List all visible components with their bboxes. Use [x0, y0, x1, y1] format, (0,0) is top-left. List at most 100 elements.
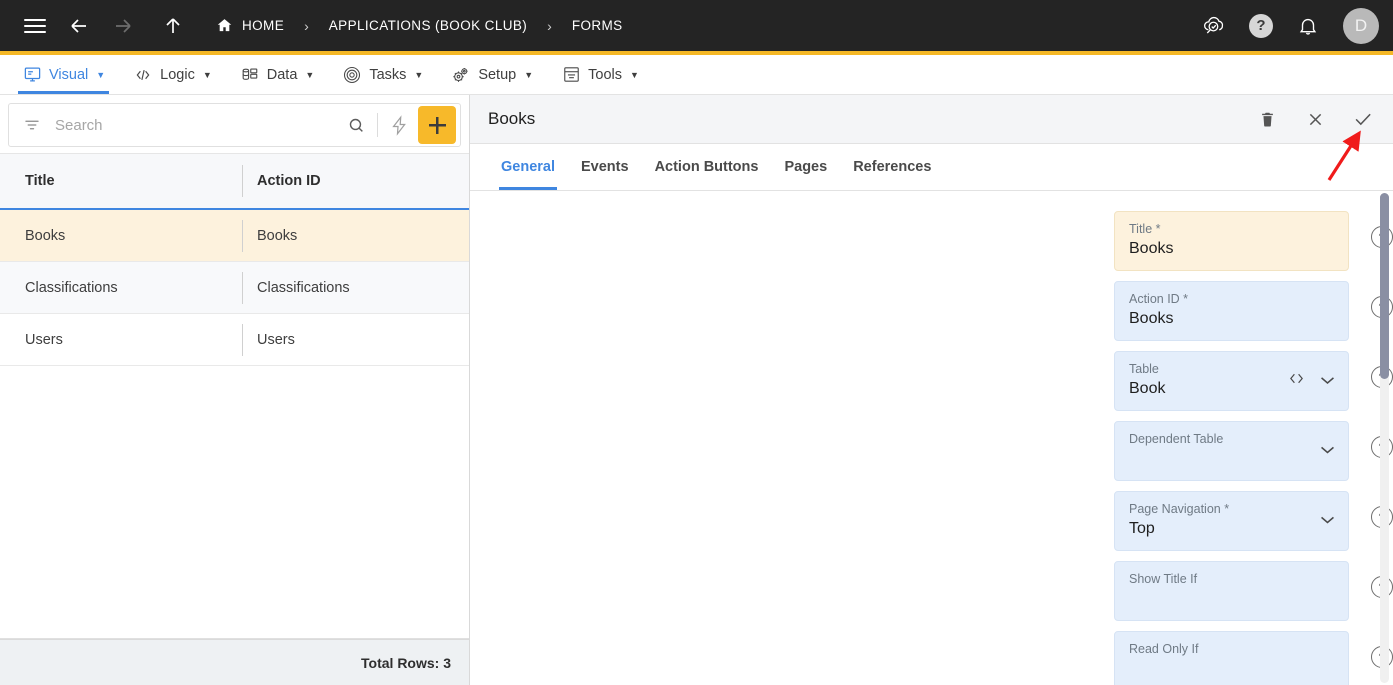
detail-header-actions — [1255, 107, 1375, 131]
nav-label-tasks: Tasks — [369, 66, 407, 83]
read-only-if-field[interactable]: Read Only If — [1114, 631, 1349, 685]
toolbox-icon — [561, 65, 581, 85]
vertical-scrollbar[interactable] — [1380, 193, 1389, 683]
breadcrumb: HOME › APPLICATIONS (BOOK CLUB) › FORMS — [216, 17, 623, 34]
hamburger-menu-icon[interactable] — [18, 9, 52, 43]
column-header-action-id[interactable]: Action ID — [242, 165, 469, 197]
chevron-down-icon: ▼ — [202, 69, 212, 80]
table-row[interactable]: Users Users — [0, 314, 469, 366]
table-header-row: Title Action ID — [0, 154, 469, 210]
show-title-if-field-label: Show Title If — [1129, 572, 1198, 586]
form-content: Title * Books ? Action ID * Books ? — [470, 191, 1393, 685]
table-field[interactable]: Table Book — [1114, 351, 1349, 411]
dependent-table-field-adornments — [1319, 442, 1336, 460]
save-button[interactable] — [1351, 107, 1375, 131]
tab-pages[interactable]: Pages — [771, 144, 840, 190]
dependent-table-field-value — [1129, 448, 1334, 470]
close-button[interactable] — [1303, 107, 1327, 131]
tab-general[interactable]: General — [488, 144, 568, 190]
target-icon — [342, 65, 362, 85]
arrow-right-icon[interactable] — [106, 9, 140, 43]
nav-item-tasks[interactable]: Tasks ▼ — [328, 55, 437, 94]
table-row[interactable]: Classifications Classifications — [0, 262, 469, 314]
action-id-field-value: Books — [1129, 310, 1174, 327]
total-rows-label: Total Rows: 3 — [361, 654, 451, 671]
filter-icon[interactable] — [19, 116, 45, 134]
form-field-table-row: Table Book ? — [470, 351, 1393, 411]
search-input[interactable] — [45, 116, 341, 134]
form-field-show-title-if-row: Show Title If ? — [470, 561, 1393, 621]
show-title-if-field[interactable]: Show Title If — [1114, 561, 1349, 621]
table-row[interactable]: Books Books — [0, 210, 469, 262]
cloud-search-icon[interactable] — [1197, 9, 1231, 43]
chevron-down-icon[interactable] — [1319, 512, 1336, 530]
tab-events[interactable]: Events — [568, 144, 642, 190]
cell-title: Users — [25, 331, 63, 348]
database-table-icon — [240, 65, 260, 85]
arrow-up-icon[interactable] — [156, 9, 190, 43]
chevron-down-icon[interactable] — [1319, 372, 1336, 390]
delete-button[interactable] — [1255, 107, 1279, 131]
breadcrumb-separator-1: › — [304, 17, 309, 34]
breadcrumb-item-forms[interactable]: FORMS — [572, 18, 623, 33]
tab-label-events: Events — [581, 159, 629, 175]
form-field-action-id-row: Action ID * Books ? — [470, 281, 1393, 341]
avatar-initial: D — [1354, 15, 1368, 35]
read-only-if-field-value — [1129, 658, 1334, 680]
nav-item-logic[interactable]: Logic ▼ — [119, 55, 226, 94]
main-body: Title Action ID Books Books Classificati… — [0, 95, 1393, 685]
dependent-table-field[interactable]: Dependent Table — [1114, 421, 1349, 481]
show-title-if-field-value — [1129, 588, 1334, 610]
table-footer: Total Rows: 3 — [0, 639, 469, 685]
column-header-title[interactable]: Title — [0, 173, 242, 189]
page-navigation-field[interactable]: Page Navigation * Top — [1114, 491, 1349, 551]
chevron-down-icon: ▼ — [414, 69, 424, 80]
cell-title: Classifications — [25, 279, 118, 296]
add-button[interactable] — [418, 106, 456, 144]
breadcrumb-label-home: HOME — [242, 18, 285, 33]
topbar-actions: ? D — [1197, 7, 1379, 44]
nav-item-setup[interactable]: Setup ▼ — [437, 55, 547, 94]
tab-label-references: References — [853, 159, 932, 175]
module-navigation: Visual ▼ Logic ▼ Data ▼ Tasks ▼ Setup ▼ … — [0, 55, 1393, 95]
action-id-field[interactable]: Action ID * Books — [1114, 281, 1349, 341]
detail-header: Books — [470, 95, 1393, 144]
title-field[interactable]: Title * Books — [1114, 211, 1349, 271]
form-field-title-row: Title * Books ? — [470, 211, 1393, 271]
form-field-page-navigation-row: Page Navigation * Top ? — [470, 491, 1393, 551]
tab-action-buttons[interactable]: Action Buttons — [642, 144, 772, 190]
gears-icon — [451, 65, 471, 85]
nav-label-tools: Tools — [588, 66, 622, 83]
breadcrumb-item-home[interactable]: HOME — [216, 17, 284, 34]
read-only-if-field-label: Read Only If — [1129, 642, 1199, 656]
breadcrumb-label-forms: FORMS — [571, 18, 623, 33]
page-navigation-field-value: Top — [1129, 520, 1155, 537]
help-circle-icon[interactable]: ? — [1249, 13, 1273, 38]
lightning-bolt-icon[interactable] — [384, 110, 414, 140]
notifications-bell-icon[interactable] — [1291, 9, 1325, 43]
code-brackets-icon[interactable] — [1288, 372, 1305, 391]
form-field-dependent-table-row: Dependent Table ? — [470, 421, 1393, 481]
breadcrumb-label-applications: APPLICATIONS (BOOK CLUB) — [328, 18, 528, 33]
cell-action-id: Books — [242, 219, 469, 252]
scrollbar-thumb[interactable] — [1380, 193, 1389, 379]
breadcrumb-item-applications[interactable]: APPLICATIONS (BOOK CLUB) — [329, 18, 527, 33]
page-title: Books — [488, 109, 536, 128]
avatar[interactable]: D — [1343, 7, 1379, 44]
form-fields: Title * Books ? Action ID * Books ? — [470, 191, 1393, 685]
page-navigation-field-label: Page Navigation * — [1129, 502, 1230, 516]
nav-item-data[interactable]: Data ▼ — [226, 55, 329, 94]
chevron-down-icon[interactable] — [1319, 442, 1336, 460]
tab-references[interactable]: References — [840, 144, 944, 190]
dependent-table-field-label: Dependent Table — [1129, 432, 1224, 446]
cell-action-id: Classifications — [242, 271, 469, 304]
application-window: HOME › APPLICATIONS (BOOK CLUB) › FORMS — [0, 0, 1393, 685]
search-icon[interactable] — [341, 110, 371, 140]
chevron-down-icon: ▼ — [96, 69, 106, 80]
nav-item-visual[interactable]: Visual ▼ — [8, 55, 119, 94]
home-icon — [216, 17, 233, 34]
chevron-down-icon: ▼ — [524, 69, 534, 80]
monitor-icon — [22, 65, 42, 85]
nav-item-tools[interactable]: Tools ▼ — [547, 55, 653, 94]
arrow-left-icon[interactable] — [62, 9, 96, 43]
